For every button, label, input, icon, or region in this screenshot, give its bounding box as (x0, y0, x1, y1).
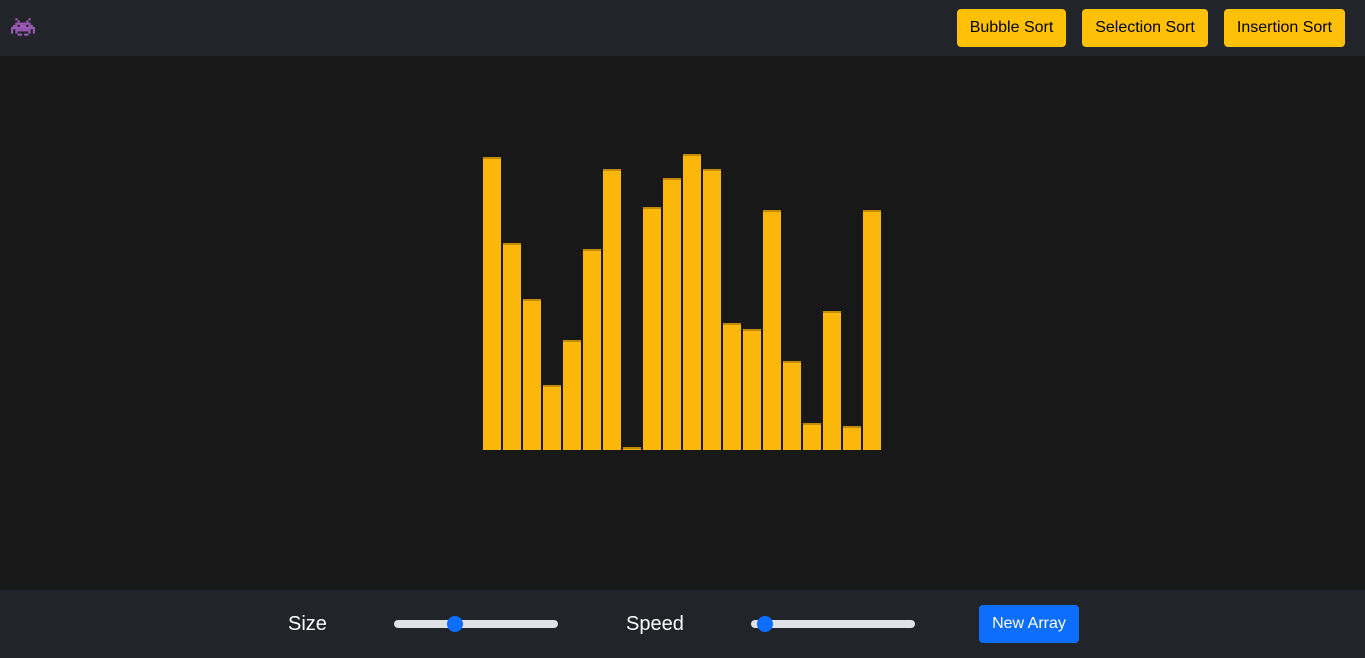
top-navbar: Bubble Sort Selection Sort Insertion Sor… (0, 0, 1365, 56)
insertion-sort-button[interactable]: Insertion Sort (1224, 9, 1345, 47)
new-array-button[interactable]: New Array (979, 605, 1079, 643)
speed-slider-thumb[interactable] (757, 616, 773, 632)
array-bar (563, 340, 581, 450)
size-slider-thumb[interactable] (447, 616, 463, 632)
array-visualizer (0, 56, 1365, 590)
space-invader-icon[interactable] (11, 16, 35, 38)
array-bar (623, 447, 641, 450)
array-bar (483, 157, 501, 450)
speed-label: Speed (626, 613, 684, 635)
array-bar (663, 178, 681, 450)
array-bar (583, 249, 601, 450)
array-bar (643, 207, 661, 450)
array-bar (843, 426, 861, 450)
array-bar (603, 169, 621, 450)
selection-sort-button[interactable]: Selection Sort (1082, 9, 1208, 47)
array-bar (703, 169, 721, 450)
bubble-sort-button[interactable]: Bubble Sort (957, 9, 1066, 47)
array-bar (523, 299, 541, 450)
array-bar (743, 329, 761, 450)
array-bar (783, 361, 801, 450)
array-bar (723, 323, 741, 450)
array-bar (863, 210, 881, 450)
speed-slider[interactable] (751, 616, 915, 632)
size-slider[interactable] (394, 616, 558, 632)
array-bar (503, 243, 521, 450)
array-bar (683, 154, 701, 450)
size-label: Size (288, 613, 327, 635)
array-bar (543, 385, 561, 450)
array-bar (803, 423, 821, 450)
array-bar (763, 210, 781, 450)
controls-bar: Size Speed New Array (0, 590, 1365, 658)
array-bar (823, 311, 841, 450)
